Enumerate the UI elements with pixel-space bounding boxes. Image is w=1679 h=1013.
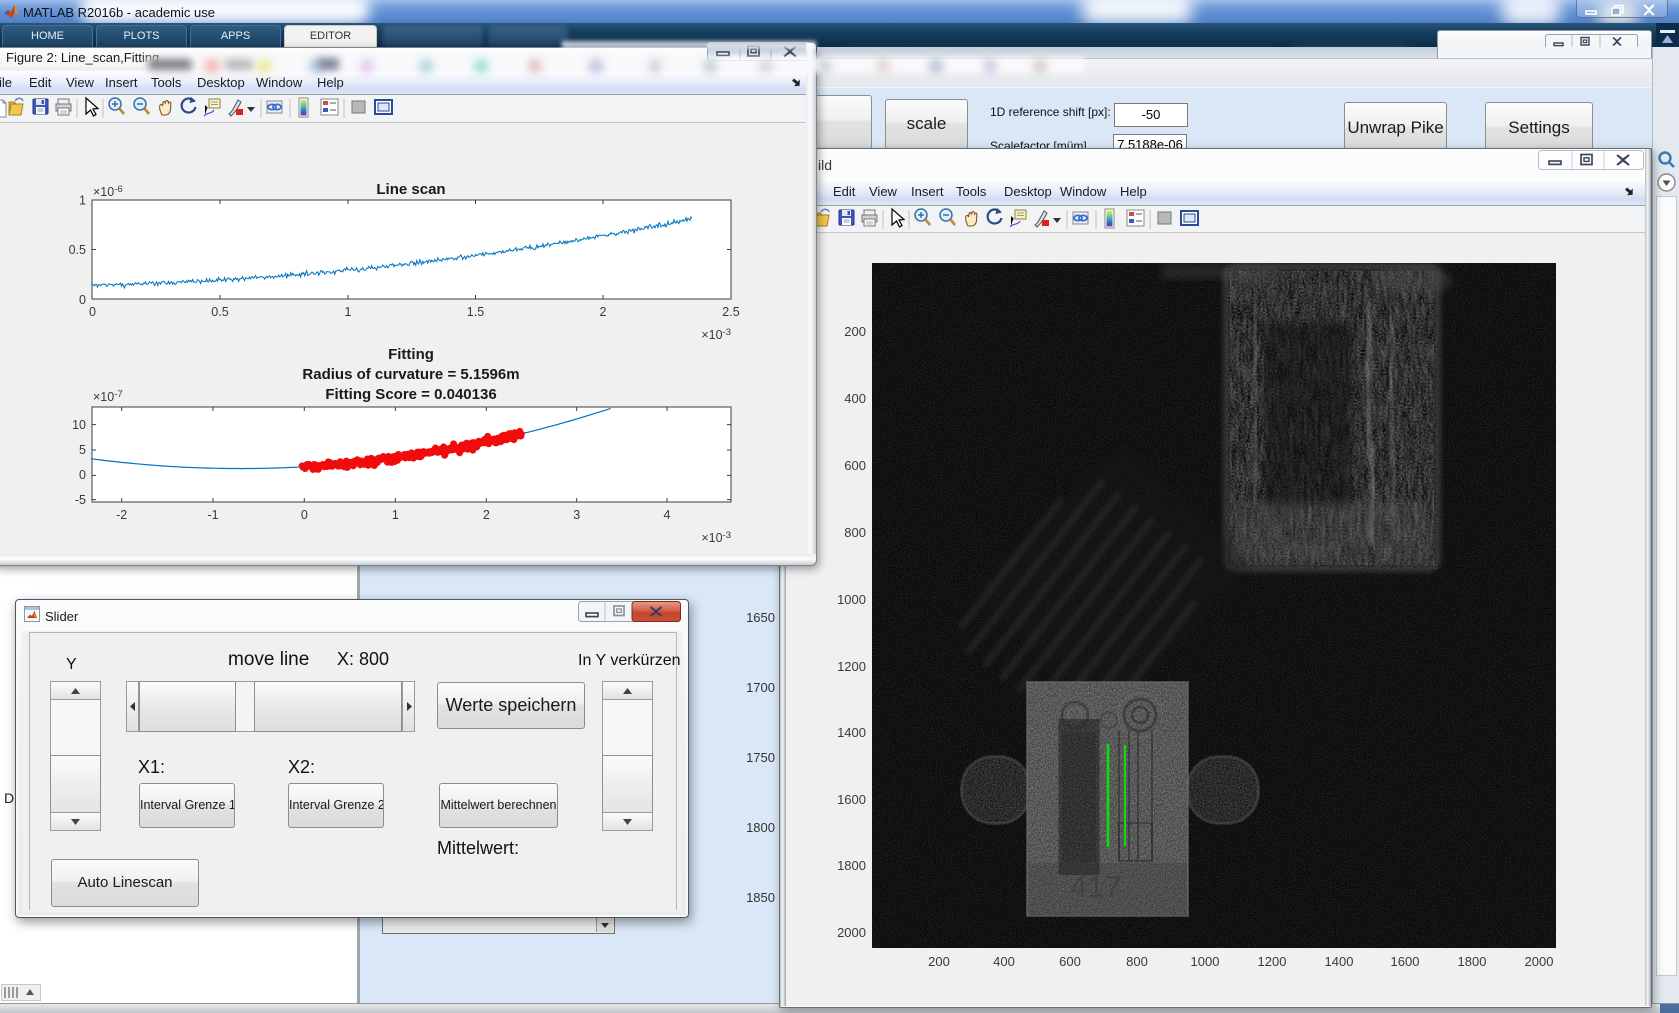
svg-text:Line scan: Line scan (376, 181, 445, 198)
svg-text:0: 0 (79, 293, 86, 307)
svg-text:2.5: 2.5 (722, 305, 739, 319)
svg-text:-1: -1 (207, 508, 218, 522)
svg-text:1: 1 (79, 194, 86, 208)
svg-text:1: 1 (392, 508, 399, 522)
svg-text:×10-3: ×10-3 (701, 530, 731, 545)
svg-text:-5: -5 (75, 493, 86, 507)
svg-text:2: 2 (600, 305, 607, 319)
svg-text:-2: -2 (116, 508, 127, 522)
svg-text:×10-3: ×10-3 (701, 327, 731, 342)
svg-text:Fitting: Fitting (388, 346, 434, 363)
svg-text:Radius of curvature = 5.1596m: Radius of curvature = 5.1596m (302, 366, 519, 383)
svg-text:1: 1 (345, 305, 352, 319)
svg-text:3: 3 (573, 508, 580, 522)
svg-text:0.5: 0.5 (69, 243, 86, 257)
svg-text:5: 5 (79, 443, 86, 457)
svg-text:×10-7: ×10-7 (93, 389, 123, 404)
svg-text:0: 0 (79, 468, 86, 482)
svg-text:0: 0 (89, 305, 96, 319)
svg-text:×10-6: ×10-6 (93, 184, 123, 199)
svg-text:2: 2 (483, 508, 490, 522)
svg-text:417: 417 (1070, 869, 1122, 904)
svg-text:Fitting Score = 0.040136: Fitting Score = 0.040136 (325, 386, 496, 403)
svg-text:0: 0 (301, 508, 308, 522)
svg-text:10: 10 (72, 418, 86, 432)
svg-text:4: 4 (664, 508, 671, 522)
svg-text:1.5: 1.5 (467, 305, 484, 319)
svg-text:0.5: 0.5 (211, 305, 228, 319)
